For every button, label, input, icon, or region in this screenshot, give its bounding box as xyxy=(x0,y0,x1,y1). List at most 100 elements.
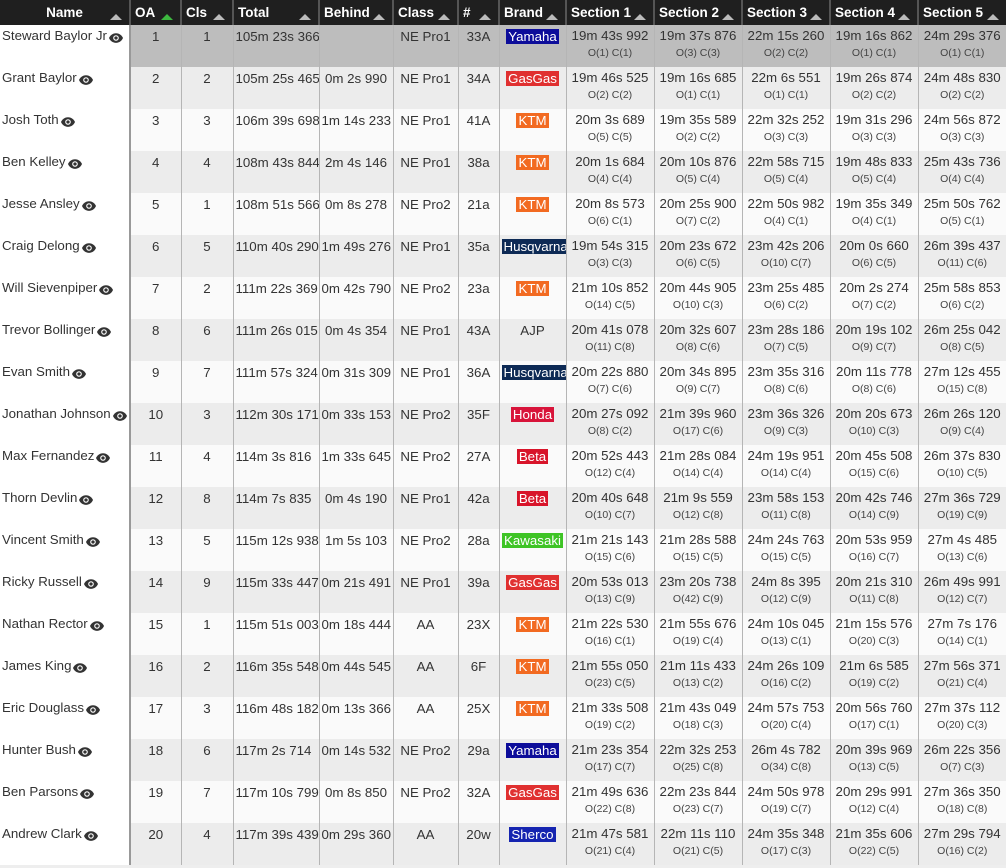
column-header-oa[interactable]: OA xyxy=(129,0,181,25)
rider-name[interactable]: Ben Kelley xyxy=(2,154,66,169)
column-header-name[interactable]: Name xyxy=(0,0,130,25)
sort-arrow-icon[interactable] xyxy=(546,14,558,20)
eye-icon[interactable] xyxy=(112,409,127,422)
section-positions: O(25) C(8) xyxy=(672,761,724,774)
sort-arrow-icon[interactable] xyxy=(722,14,734,20)
table-row[interactable]: Craig Delong 6 5 110m 40s 290 1m 49s 276 NE P… xyxy=(0,235,1006,277)
rider-name[interactable]: Craig Delong xyxy=(2,238,80,253)
table-row[interactable]: Will Sievenpiper 7 2 111m 22s 369 0m 42s 790… xyxy=(0,277,1006,319)
rider-name[interactable]: Vincent Smith xyxy=(2,532,84,547)
column-header-cls[interactable]: Cls xyxy=(180,0,233,25)
table-row[interactable]: Josh Toth 3 3 106m 39s 698 1m 14s 233 NE Pro1… xyxy=(0,109,1006,151)
rider-name[interactable]: Nathan Rector xyxy=(2,616,88,631)
header-row: Name OA Cls Total Behind Class # Brand Section 1… xyxy=(0,0,1006,25)
table-row[interactable]: Thorn Devlin 12 8 114m 7s 835 0m 4s 190 NE Pr… xyxy=(0,487,1006,529)
section-4-cell: 20m 56s 760 O(17) C(1) xyxy=(829,697,918,739)
section-time: 21m 55s 050 xyxy=(571,658,649,673)
section-time: 21m 43s 049 xyxy=(659,700,737,715)
table-row[interactable]: Nathan Rector 15 1 115m 51s 003 0m 18s 444 AA… xyxy=(0,613,1006,655)
rider-name[interactable]: Steward Baylor Jr xyxy=(2,28,107,43)
eye-icon[interactable] xyxy=(108,31,123,44)
column-header-class[interactable]: Class xyxy=(392,0,458,25)
eye-icon[interactable] xyxy=(83,577,98,590)
rider-name[interactable]: Will Sievenpiper xyxy=(2,280,97,295)
rider-name[interactable]: Andrew Clark xyxy=(2,826,82,841)
table-row[interactable]: Trevor Bollinger 8 6 111m 26s 015 0m 4s 354 N… xyxy=(0,319,1006,361)
table-row[interactable]: Andrew Clark 20 4 117m 39s 439 0m 29s 360 AA 2… xyxy=(0,823,1006,865)
section-4-cell: 20m 53s 959 O(16) C(7) xyxy=(829,529,918,571)
sort-arrow-icon[interactable] xyxy=(161,14,173,20)
sort-arrow-icon[interactable] xyxy=(438,14,450,20)
rider-name[interactable]: Eric Douglass xyxy=(2,700,84,715)
rider-name[interactable]: Hunter Bush xyxy=(2,742,76,757)
column-header-s1[interactable]: Section 1 xyxy=(565,0,654,25)
table-row[interactable]: Evan Smith 9 7 111m 57s 324 0m 31s 309 NE Pro… xyxy=(0,361,1006,403)
rider-name[interactable]: James King xyxy=(2,658,71,673)
brand-cell: KTM xyxy=(498,277,566,319)
eye-icon[interactable] xyxy=(73,661,88,674)
sort-arrow-icon[interactable] xyxy=(479,14,491,20)
table-row[interactable]: James King 16 2 116m 35s 548 0m 44s 545 AA 6F K… xyxy=(0,655,1006,697)
column-header-s3[interactable]: Section 3 xyxy=(741,0,830,25)
table-row[interactable]: Hunter Bush 18 6 117m 2s 714 0m 14s 532 NE Pr… xyxy=(0,739,1006,781)
table-row[interactable]: Eric Douglass 17 3 116m 48s 182 0m 13s 366 AA… xyxy=(0,697,1006,739)
sort-arrow-icon[interactable] xyxy=(898,14,910,20)
table-row[interactable]: Max Fernandez 11 4 114m 3s 816 1m 33s 645 NE … xyxy=(0,445,1006,487)
eye-icon[interactable] xyxy=(86,703,101,716)
rider-name[interactable]: Jesse Ansley xyxy=(2,196,80,211)
eye-icon[interactable] xyxy=(89,619,104,632)
table-row[interactable]: Jonathan Johnson 10 3 112m 30s 171 0m 33s 15… xyxy=(0,403,1006,445)
class-position: 2 xyxy=(180,655,233,697)
section-1-cell: 20m 22s 880 O(7) C(6) xyxy=(565,361,654,403)
eye-icon[interactable] xyxy=(79,493,94,506)
rider-name[interactable]: Ricky Russell xyxy=(2,574,82,589)
sort-arrow-icon[interactable] xyxy=(634,14,646,20)
eye-icon[interactable] xyxy=(72,367,86,380)
rider-name[interactable]: Josh Toth xyxy=(2,112,59,127)
eye-icon[interactable] xyxy=(81,199,96,212)
table-row[interactable]: Ben Kelley 4 4 108m 43s 844 2m 4s 146 NE Pro1… xyxy=(0,151,1006,193)
rider-name[interactable]: Ben Parsons xyxy=(2,784,78,799)
rider-name[interactable]: Jonathan Johnson xyxy=(2,406,111,421)
section-positions: O(3) C(3) xyxy=(587,257,633,270)
column-header-brand[interactable]: Brand xyxy=(498,0,566,25)
section-positions: O(2) C(2) xyxy=(763,47,809,60)
column-header-s4[interactable]: Section 4 xyxy=(829,0,918,25)
eye-icon[interactable] xyxy=(83,829,98,842)
sort-arrow-icon[interactable] xyxy=(213,14,225,20)
column-header-total[interactable]: Total xyxy=(232,0,319,25)
column-header-bib[interactable]: # xyxy=(457,0,499,25)
section-positions: O(1) C(1) xyxy=(940,47,985,60)
eye-icon[interactable] xyxy=(60,115,75,128)
table-row[interactable]: Jesse Ansley 5 1 108m 51s 566 0m 8s 278 NE Pr… xyxy=(0,193,1006,235)
eye-icon[interactable] xyxy=(96,451,111,464)
section-4-cell: 19m 26s 874 O(2) C(2) xyxy=(829,67,918,109)
rider-name[interactable]: Grant Baylor xyxy=(2,70,77,85)
eye-icon[interactable] xyxy=(97,325,112,338)
eye-icon[interactable] xyxy=(67,157,82,170)
table-row[interactable]: Ben Parsons 19 7 117m 10s 799 0m 8s 850 NE Pr… xyxy=(0,781,1006,823)
section-2-cell: 21m 55s 676 O(19) C(4) xyxy=(653,613,742,655)
column-header-s5[interactable]: Section 5 xyxy=(917,0,1006,25)
sort-arrow-icon[interactable] xyxy=(373,14,385,20)
column-header-s2[interactable]: Section 2 xyxy=(653,0,742,25)
rider-name[interactable]: Max Fernandez xyxy=(2,448,94,463)
sort-arrow-icon[interactable] xyxy=(299,14,311,20)
column-header-behind[interactable]: Behind xyxy=(318,0,393,25)
rider-name[interactable]: Thorn Devlin xyxy=(2,490,77,505)
rider-name[interactable]: Evan Smith xyxy=(2,364,70,379)
eye-icon[interactable] xyxy=(77,745,92,758)
eye-icon[interactable] xyxy=(99,283,114,296)
eye-icon[interactable] xyxy=(85,535,100,548)
sort-arrow-icon[interactable] xyxy=(987,14,999,20)
eye-icon[interactable] xyxy=(81,241,96,254)
sort-arrow-icon[interactable] xyxy=(810,14,822,20)
table-row[interactable]: Grant Baylor 2 2 105m 25s 465 0m 2s 990 NE Pr… xyxy=(0,67,1006,109)
table-row[interactable]: Ricky Russell 14 9 115m 33s 447 0m 21s 491 NE… xyxy=(0,571,1006,613)
rider-name[interactable]: Trevor Bollinger xyxy=(2,322,95,337)
sort-arrow-icon[interactable] xyxy=(110,14,122,20)
table-row[interactable]: Vincent Smith 13 5 115m 12s 938 1m 5s 103 NE … xyxy=(0,529,1006,571)
eye-icon[interactable] xyxy=(78,73,93,86)
total-time: 110m 40s 290 xyxy=(232,235,319,277)
table-row[interactable]: Steward Baylor Jr 1 1 105m 23s 366 NE Pro1 33… xyxy=(0,25,1006,67)
